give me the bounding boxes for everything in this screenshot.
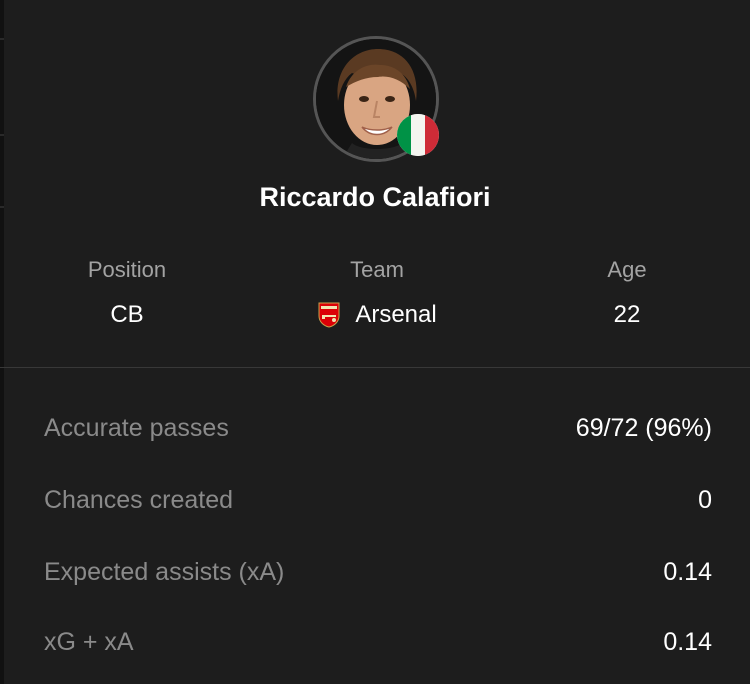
stat-value: 69/72 (96%)	[575, 413, 712, 442]
team-link[interactable]: Arsenal	[252, 299, 502, 331]
position-column: Position CB	[2, 255, 252, 331]
section-divider	[0, 367, 750, 368]
player-card: Riccardo Calafiori Position CB Team Arse…	[0, 0, 750, 684]
age-column: Age 22	[502, 255, 750, 331]
stat-value: 0	[698, 485, 712, 514]
stat-label: Accurate passes	[44, 413, 229, 442]
stat-label: Chances created	[44, 485, 234, 514]
position-value: CB	[110, 301, 144, 328]
team-column: Team Arsenal	[252, 255, 502, 331]
stat-value: 0.14	[663, 557, 712, 586]
arsenal-crest-icon	[317, 302, 341, 328]
stat-row-xg-plus-xa: xG + xA 0.14	[44, 622, 712, 662]
team-name: Arsenal	[355, 301, 437, 328]
player-avatar-wrap[interactable]	[313, 36, 439, 162]
position-label: Position	[87, 257, 167, 282]
stat-row-accurate-passes: Accurate passes 69/72 (96%)	[44, 408, 712, 448]
stat-label: xG + xA	[44, 627, 134, 656]
left-edge	[0, 0, 4, 684]
age-label: Age	[607, 257, 647, 282]
italy-flag-icon	[397, 114, 439, 156]
stat-row-expected-assists: Expected assists (xA) 0.14	[44, 552, 712, 592]
player-name[interactable]: Riccardo Calafiori	[0, 182, 750, 213]
team-label: Team	[350, 257, 404, 282]
stat-row-chances-created: Chances created 0	[44, 480, 712, 520]
age-value: 22	[613, 301, 641, 328]
stat-value: 0.14	[663, 627, 712, 656]
stat-label: Expected assists (xA)	[44, 557, 285, 586]
